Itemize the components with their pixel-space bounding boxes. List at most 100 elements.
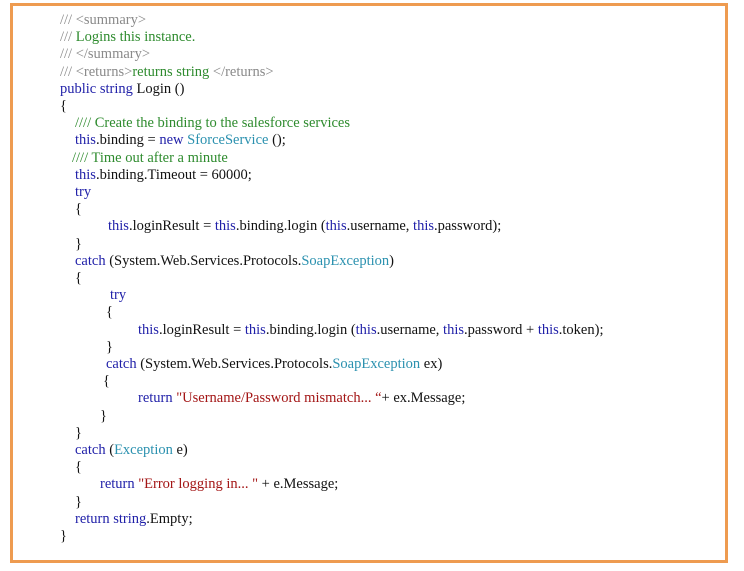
code-token: { [60, 98, 67, 114]
code-token: { [75, 270, 82, 286]
code-line: return "Username/Password mismatch... “+… [138, 390, 465, 407]
code-token: .password); [434, 218, 502, 235]
code-token: (System.Web.Services.Protocols. [109, 252, 302, 269]
code-token: ex) [420, 356, 443, 372]
code-token: { [103, 373, 110, 390]
code-token: this [75, 132, 96, 149]
code-line: { [75, 201, 82, 218]
code-token: catch [106, 356, 141, 372]
code-token: /// [60, 29, 76, 46]
code-token: try [110, 287, 127, 304]
code-line: } [75, 236, 82, 253]
code-block: /// <summary>/// Logins this instance.//… [0, 0, 744, 571]
code-line: /// <returns>returns string </returns> [60, 64, 274, 81]
code-token: this [138, 321, 159, 338]
code-token: .binding.login ( [235, 218, 326, 235]
code-line: } [75, 425, 82, 442]
code-line: } [75, 494, 82, 511]
code-token: } [100, 407, 107, 424]
code-line: this.binding = new SforceService (); [75, 132, 286, 149]
code-token: this [413, 218, 434, 235]
code-line: } [60, 528, 67, 545]
code-token: public string [60, 80, 137, 97]
code-token: { [75, 201, 82, 218]
code-line: { [60, 98, 67, 115]
code-token: Login () [136, 80, 185, 97]
code-token: } [75, 235, 82, 252]
code-token: this [443, 321, 464, 338]
code-token: .binding.Timeout = 60000; [95, 166, 252, 183]
code-token: .loginResult = [128, 218, 215, 235]
code-token: } [75, 424, 82, 441]
code-token: Exception [114, 442, 173, 458]
code-token: .token); [558, 321, 604, 338]
code-token: ) [389, 252, 394, 269]
code-token: this [537, 321, 559, 338]
code-token: returns string [132, 63, 213, 80]
code-token: return [100, 476, 139, 493]
code-token: </returns> [212, 63, 274, 80]
code-token: try [75, 184, 92, 200]
code-line: { [103, 373, 110, 390]
code-token: } [106, 338, 113, 355]
code-token: this [325, 218, 347, 235]
code-token: this [108, 218, 129, 235]
code-line: //// Time out after a minute [72, 150, 228, 167]
code-token: return [138, 390, 177, 407]
code-line: catch (Exception e) [75, 442, 188, 459]
code-line: /// </summary> [60, 46, 150, 63]
code-token: } [75, 493, 82, 510]
code-line: catch (System.Web.Services.Protocols.Soa… [106, 356, 442, 373]
code-line: try [110, 287, 126, 304]
code-token: (); [268, 132, 286, 149]
code-token: + ex.Message; [381, 390, 466, 407]
code-token: { [106, 304, 113, 321]
code-token: { [75, 459, 82, 476]
code-line: return string.Empty; [75, 511, 193, 528]
code-token: //// Time out after a minute [72, 149, 228, 166]
code-token: this [214, 218, 236, 235]
code-token: return string [75, 510, 147, 527]
code-token: e) [172, 442, 188, 458]
code-line: } [100, 408, 107, 425]
code-line: public string Login () [60, 81, 184, 98]
code-token: .loginResult = [158, 321, 245, 338]
code-token: .username, [346, 218, 414, 235]
code-line: /// Logins this instance. [60, 29, 195, 46]
code-token: .binding = [95, 132, 160, 149]
code-line: { [106, 304, 113, 321]
code-token: SoapException [332, 356, 421, 372]
code-token: SoapException [301, 252, 390, 269]
code-token: catch [75, 252, 110, 269]
code-line: catch (System.Web.Services.Protocols.Soa… [75, 253, 394, 270]
code-token: Logins this instance. [75, 29, 196, 46]
code-line: this.loginResult = this.binding.login (t… [108, 218, 501, 235]
code-line: { [75, 270, 82, 287]
code-token: (System.Web.Services.Protocols. [140, 356, 333, 372]
code-token: "Username/Password mismatch... “ [176, 390, 382, 407]
code-token: catch [75, 442, 110, 458]
code-token: + e.Message; [258, 476, 339, 493]
code-line: try [75, 184, 91, 201]
code-token: this [244, 321, 266, 338]
code-token: this [355, 321, 377, 338]
code-line: { [75, 459, 82, 476]
code-token: .password + [464, 321, 538, 338]
code-token: SforceService [187, 132, 269, 149]
code-token: .username, [376, 321, 444, 338]
code-token: /// <returns> [60, 63, 133, 80]
code-token: //// Create the binding to the salesforc… [75, 115, 351, 132]
code-token: } [60, 528, 67, 544]
code-line: /// <summary> [60, 12, 146, 29]
code-token: .Empty; [146, 510, 193, 527]
code-line: this.binding.Timeout = 60000; [75, 167, 252, 184]
code-token: this [75, 166, 96, 183]
code-line: return "Error logging in... " + e.Messag… [100, 476, 338, 493]
code-token: /// </summary> [60, 46, 151, 63]
code-line: this.loginResult = this.binding.login (t… [138, 322, 603, 339]
code-token: /// <summary> [60, 12, 147, 28]
code-token: .binding.login ( [265, 321, 356, 338]
code-line: } [106, 339, 113, 356]
code-token: "Error logging in... " [138, 476, 259, 493]
code-line: //// Create the binding to the salesforc… [75, 115, 350, 132]
